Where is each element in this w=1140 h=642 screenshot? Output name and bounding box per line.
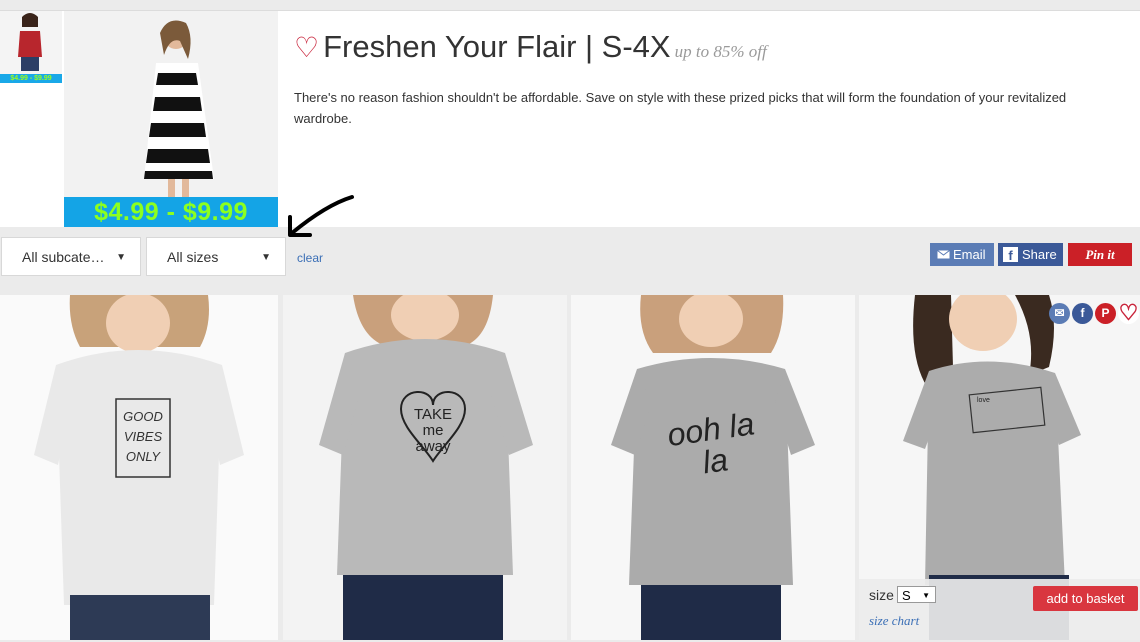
- add-to-basket-panel: size S ▼ size chart add to basket: [859, 579, 1140, 640]
- sizes-dropdown[interactable]: All sizes ▼: [146, 237, 286, 276]
- sizes-label: All sizes: [167, 249, 219, 265]
- chevron-down-icon: ▼: [922, 591, 930, 600]
- email-share-button[interactable]: Email: [930, 243, 994, 266]
- title-discount: up to 85% off: [674, 42, 767, 61]
- hero-model-image: [64, 11, 278, 227]
- hero-price-band: $4.99 - $9.99: [64, 197, 278, 227]
- shirt-print: TAKE me away: [413, 406, 453, 455]
- heart-outline-icon[interactable]: ♡: [1118, 302, 1139, 324]
- heart-outline-icon[interactable]: ♡: [294, 32, 319, 63]
- page-title: ♡ Freshen Your Flair | S-4X up to 85% off: [294, 29, 767, 65]
- shirt-print: love: [977, 397, 990, 404]
- facebook-icon: f: [1003, 247, 1018, 263]
- filter-bar: All subcate… ▼ All sizes ▼ clear Email f…: [0, 195, 1140, 293]
- promo-hero-image[interactable]: $4.99 - $9.99: [64, 11, 278, 227]
- shirt-print: GOOD VIBES ONLY: [123, 409, 163, 464]
- chevron-down-icon: ▼: [261, 252, 271, 263]
- pinterest-share-icon[interactable]: P: [1095, 303, 1116, 324]
- thumbnail-price-band: $4.99 - $9.99: [0, 74, 62, 83]
- subcategory-label: All subcate…: [22, 249, 105, 265]
- facebook-share-button[interactable]: f Share: [998, 243, 1063, 266]
- thumbnail-model-image: [0, 11, 62, 83]
- pinterest-button[interactable]: Pin it: [1068, 243, 1132, 266]
- product-grid: GOOD VIBES ONLY TAKE me away ooh la la l…: [0, 293, 1140, 642]
- envelope-icon: [937, 250, 950, 259]
- facebook-label: Share: [1022, 247, 1057, 262]
- product-card[interactable]: love ✉ f P ♡ size S ▼ size chart add to …: [859, 295, 1140, 640]
- size-select[interactable]: S ▼: [897, 586, 936, 603]
- subcategory-dropdown[interactable]: All subcate… ▼: [1, 237, 141, 276]
- product-image: [283, 295, 567, 640]
- email-label: Email: [953, 247, 986, 262]
- product-card[interactable]: GOOD VIBES ONLY: [0, 295, 278, 640]
- product-image: [0, 295, 278, 640]
- size-value: S: [902, 588, 911, 603]
- product-share-icons: ✉ f P ♡: [1049, 302, 1139, 324]
- size-chart-link[interactable]: size chart: [869, 613, 919, 629]
- top-strip: [0, 0, 1140, 11]
- clear-filters-link[interactable]: clear: [297, 251, 323, 265]
- facebook-share-icon[interactable]: f: [1072, 303, 1093, 324]
- product-card[interactable]: TAKE me away: [283, 295, 567, 640]
- email-share-icon[interactable]: ✉: [1049, 303, 1070, 324]
- title-text: Freshen Your Flair | S-4X: [323, 29, 671, 64]
- promo-thumbnail[interactable]: $4.99 - $9.99: [0, 11, 62, 83]
- add-to-basket-button[interactable]: add to basket: [1033, 586, 1138, 611]
- chevron-down-icon: ▼: [116, 252, 126, 263]
- promo-description: There's no reason fashion shouldn't be a…: [294, 90, 1067, 126]
- promo-header: $4.99 - $9.99 $4.99 - $9.99 ♡ Freshen You…: [0, 11, 1140, 227]
- annotation-arrow-icon: [288, 195, 354, 237]
- product-card[interactable]: ooh la la: [571, 295, 855, 640]
- size-label: size: [869, 587, 894, 603]
